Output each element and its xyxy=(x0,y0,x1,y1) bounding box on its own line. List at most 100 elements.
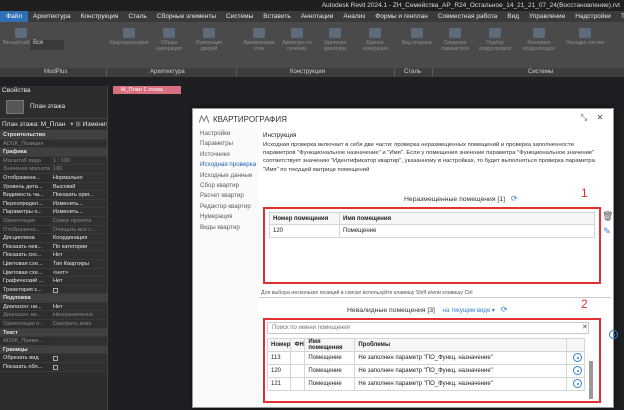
property-value[interactable]: 1 : 100 xyxy=(50,156,107,165)
property-value[interactable] xyxy=(50,328,107,337)
property-category[interactable]: Графика xyxy=(0,148,107,157)
property-value[interactable]: Изменить... xyxy=(50,208,107,216)
collapse-icon[interactable]: ⤡ xyxy=(579,113,589,123)
property-row[interactable]: Показать обл... xyxy=(0,363,107,372)
property-row[interactable]: Параметры о... Изменить... xyxy=(0,208,107,217)
tab-addins[interactable]: Надстройки xyxy=(570,11,616,22)
property-row[interactable]: Цветовая схе... <нет> xyxy=(0,268,107,278)
nav-item[interactable]: Источники xyxy=(193,150,259,160)
property-value[interactable]: Очищать все с... xyxy=(50,225,107,234)
property-value[interactable]: Показать ориг... xyxy=(50,191,107,199)
property-value[interactable]: Нормально xyxy=(50,173,107,182)
nav-item[interactable]: Виды квартир xyxy=(193,223,259,233)
clear-icon[interactable]: ✕ xyxy=(582,323,588,331)
ribbon-button-wall-rebar[interactable]: Армирование стен xyxy=(240,28,278,54)
tab-analyze[interactable]: Анализ xyxy=(338,11,370,22)
property-value[interactable] xyxy=(50,354,107,363)
property-value[interactable]: Север проекта xyxy=(50,216,107,225)
property-category[interactable]: Строительство xyxy=(0,131,107,140)
checkbox[interactable] xyxy=(53,365,58,371)
property-row[interactable]: Ориентация Север проекта xyxy=(0,216,107,226)
ribbon-button-general-numbering[interactable]: Общая нумерация xyxy=(150,28,188,54)
col-name[interactable]: Имя помещения xyxy=(304,338,356,352)
nav-item[interactable]: Настройки xyxy=(193,129,259,139)
property-row[interactable]: Видимость ча... Показать ориг... xyxy=(0,191,107,200)
locate-icon[interactable] xyxy=(572,365,582,375)
property-row[interactable]: Переопредел... Изменить... xyxy=(0,199,107,209)
type-selector[interactable]: План этажа xyxy=(0,95,107,119)
property-row[interactable]: Отображени... Нормально xyxy=(0,173,107,183)
property-row[interactable]: Цветовая схе... Тип Квартиры xyxy=(0,259,107,269)
property-value[interactable]: <нет> xyxy=(50,268,107,277)
table-row[interactable]: 120 Помещение xyxy=(269,224,595,238)
property-row[interactable]: Траектория с... xyxy=(0,285,107,295)
col-room-name[interactable]: Имя помещения xyxy=(339,212,595,225)
tab-collaborate[interactable]: Совместная работа xyxy=(433,11,502,22)
refresh-icon[interactable]: ⟳ xyxy=(511,195,519,203)
nav-item[interactable]: Сбор квартир xyxy=(193,181,259,191)
property-value[interactable]: Тип Квартиры xyxy=(50,259,107,268)
property-value[interactable]: 100 xyxy=(50,165,107,173)
property-row[interactable]: ADSK_Приме... xyxy=(0,337,107,346)
nav-item[interactable]: Расчет квартир xyxy=(193,191,259,201)
property-value[interactable] xyxy=(50,337,107,345)
table-row[interactable]: 113 Помещение Не заполнен параметр "ПО_Фун… xyxy=(266,351,585,365)
property-value[interactable]: Высокий xyxy=(50,182,107,191)
property-row[interactable]: Ориентация п... Смотреть вниз xyxy=(0,320,107,329)
checkbox[interactable] xyxy=(53,287,58,293)
property-value[interactable]: По категории xyxy=(50,242,107,251)
property-row[interactable]: Значение масштаба100 xyxy=(0,165,107,174)
property-value[interactable]: Смотреть вниз xyxy=(50,320,107,328)
property-value[interactable] xyxy=(50,139,107,148)
tab-massing[interactable]: Формы и генплан xyxy=(370,11,433,22)
property-value[interactable] xyxy=(50,294,107,302)
view-tab[interactable]: М_План 1 этажа xyxy=(113,86,181,94)
tab-steel[interactable]: Сталь xyxy=(123,11,151,22)
scope-dropdown[interactable]: на текущем виде ▾ xyxy=(443,308,495,314)
property-value[interactable] xyxy=(50,285,107,294)
ribbon-button-systems-setup[interactable]: Наладка систем xyxy=(566,28,604,54)
tab-view[interactable]: Вид xyxy=(502,11,524,22)
property-row[interactable]: Диапазон: ве... Неограниченно xyxy=(0,311,107,321)
ribbon-button-remove-rebar[interactable]: Удаление арматуры xyxy=(316,28,354,54)
property-row[interactable]: Диапазон: ни... Нет xyxy=(0,302,107,312)
property-row[interactable]: ADSK_Позиция xyxy=(0,139,107,149)
tab-annotate[interactable]: Аннотации xyxy=(296,11,339,22)
nav-item[interactable]: Параметры xyxy=(193,139,259,149)
property-value[interactable]: Координация xyxy=(50,234,107,242)
property-category[interactable]: Подложка xyxy=(0,294,107,303)
ribbon-button-supports-view[interactable]: Вид опорных xyxy=(398,28,436,54)
checkbox[interactable] xyxy=(53,356,58,362)
view-selector[interactable]: План этажа: М_План ▾ ⊞ Изменить тип xyxy=(0,119,107,131)
property-row[interactable]: Показать нев... По категории xyxy=(0,242,107,252)
brush-icon[interactable]: ✎ xyxy=(602,226,612,236)
refresh-icon[interactable]: ⟳ xyxy=(501,306,509,314)
property-row[interactable]: Уровень дета... Высокий xyxy=(0,182,107,192)
tab-file[interactable]: Файл xyxy=(0,11,28,22)
col-fn[interactable]: ФН xyxy=(290,338,306,352)
trash-icon[interactable]: 🗑 xyxy=(602,211,613,221)
table-row[interactable]: 121 Помещение Не заполнен параметр "ПО_Фун… xyxy=(266,377,585,391)
property-value[interactable]: Нет xyxy=(50,277,107,285)
nav-item[interactable]: Исходные данные xyxy=(193,171,259,181)
nav-item[interactable]: Нумерация xyxy=(193,212,259,222)
edit-type-button[interactable]: Изменить тип xyxy=(83,121,107,128)
locate-icon[interactable] xyxy=(572,352,582,362)
property-value[interactable] xyxy=(50,148,107,156)
nav-item[interactable]: Исходная проверка xyxy=(193,160,259,170)
property-row[interactable]: Графический ... Нет xyxy=(0,277,107,286)
tab-architecture[interactable]: Архитектура xyxy=(28,11,76,22)
tab-tn[interactable]: ТЕХНОНИКОЛЬ xyxy=(616,11,624,22)
table-row[interactable]: 120 Помещение Не заполнен параметр "ПО_Фун… xyxy=(266,364,585,378)
search-input[interactable]: Поиск по имени помещения xyxy=(267,322,589,334)
close-icon[interactable]: ✕ xyxy=(595,113,605,123)
tab-insert[interactable]: Вставить xyxy=(258,11,296,22)
col-room-number[interactable]: Номер помещения xyxy=(269,212,340,225)
property-row[interactable]: Дисциплина Координация xyxy=(0,234,107,243)
property-value[interactable] xyxy=(50,363,107,371)
ribbon-button-unified-numbering[interactable]: Единая нумерация xyxy=(356,28,394,54)
ribbon-button-section-rebar[interactable]: Арматура по сечению xyxy=(278,28,316,54)
col-number[interactable]: Номер xyxy=(266,338,292,352)
property-category[interactable]: Границы xyxy=(0,345,107,355)
tab-precast[interactable]: Сборные элементы xyxy=(152,11,221,22)
